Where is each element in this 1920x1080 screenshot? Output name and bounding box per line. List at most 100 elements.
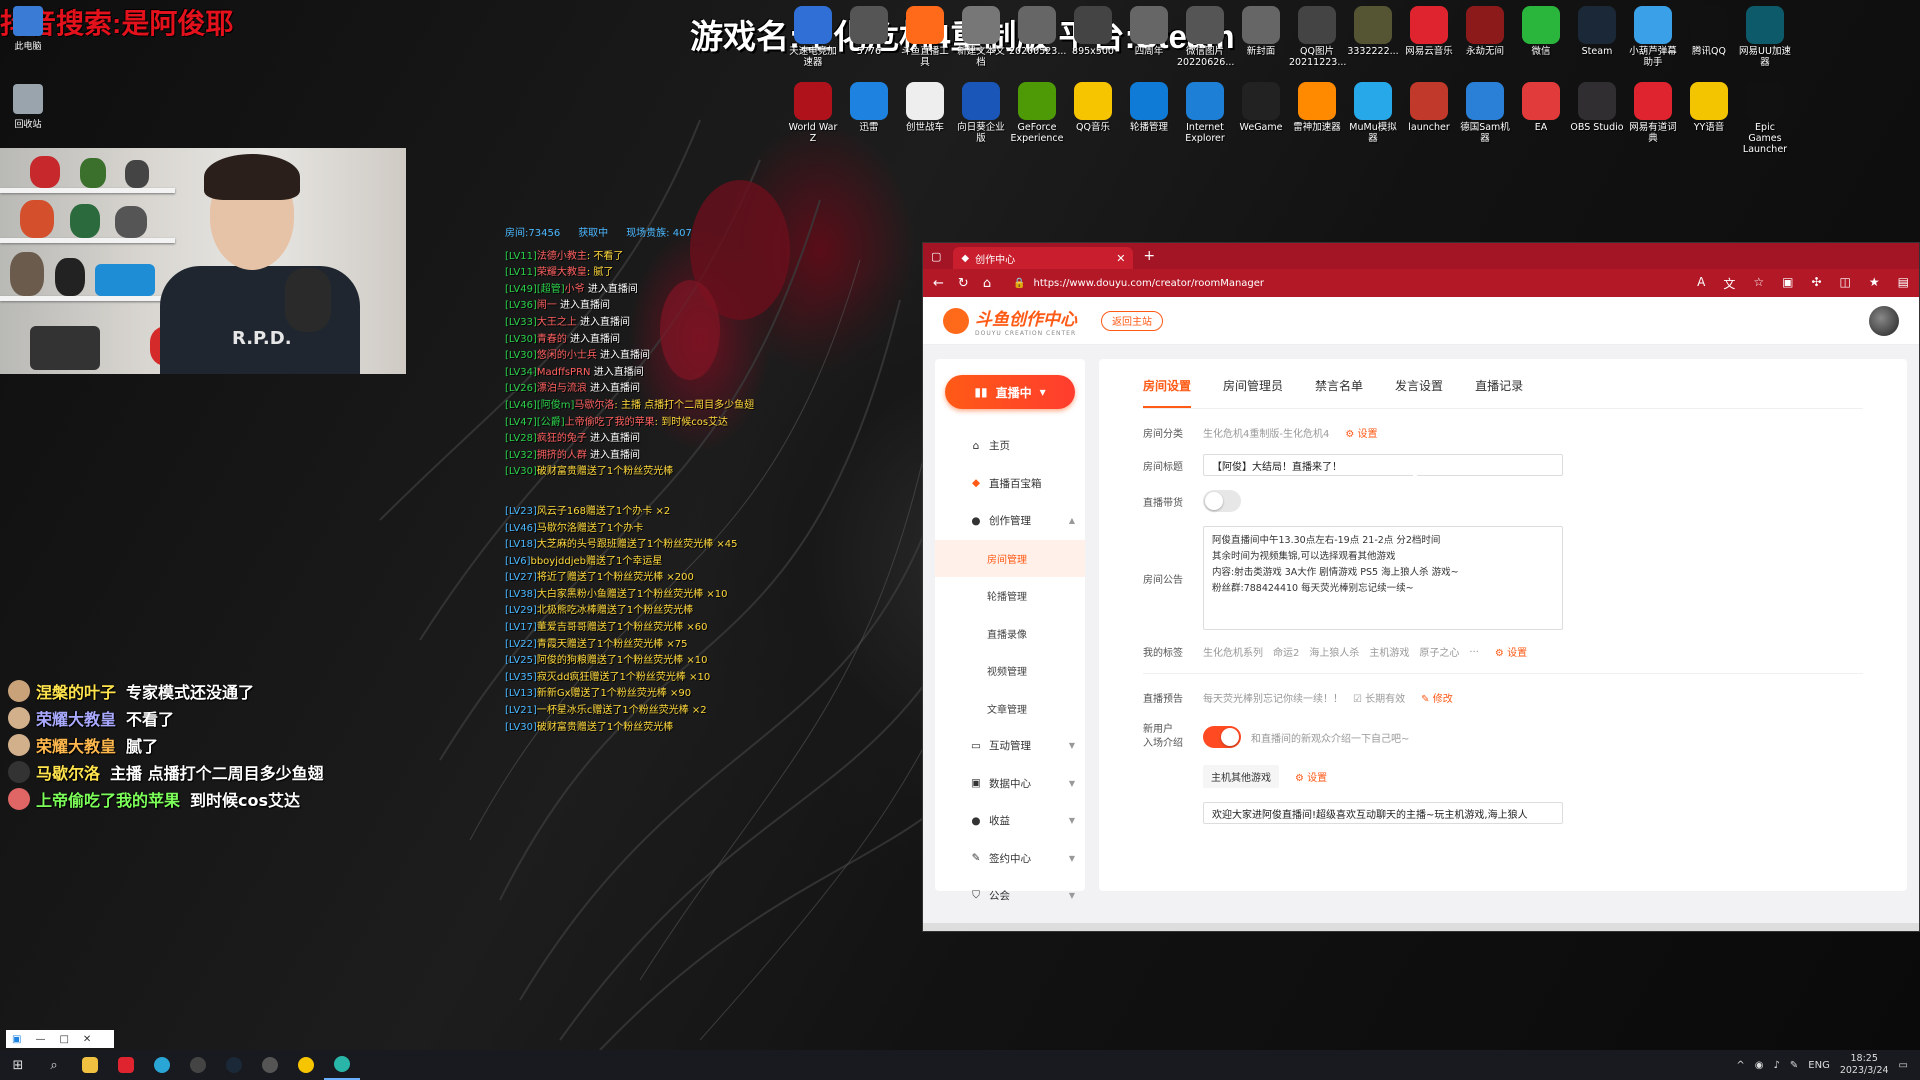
nav-home[interactable]: ⌂ 主页 — [935, 427, 1085, 465]
nav-room-management[interactable]: 房间管理 — [935, 539, 1085, 577]
desktop-icon[interactable]: 微信图片20220626... — [1177, 6, 1234, 68]
nav-contract-center[interactable]: ✎ 签约中心 ▼ — [935, 840, 1085, 878]
desktop-icon[interactable]: 895x500 — [1065, 6, 1121, 57]
desktop-icon[interactable]: World War Z — [785, 82, 841, 144]
desktop-icon[interactable]: 迅雷 — [841, 82, 897, 133]
desktop-icon[interactable]: 5776 — [841, 6, 897, 57]
new-tab-icon[interactable]: + — [1143, 248, 1155, 264]
taskbar-app-red[interactable] — [108, 1050, 144, 1080]
desktop-icon[interactable]: GeForce Experience — [1009, 82, 1065, 144]
desktop-icon[interactable]: 微信 — [1513, 6, 1569, 57]
desktop-icon[interactable]: EA — [1513, 82, 1569, 133]
search-button[interactable]: ⌕ — [36, 1050, 72, 1080]
long-valid-checkbox[interactable]: ☑ 长期有效 — [1353, 690, 1405, 705]
desktop-icon[interactable]: Internet Explorer — [1177, 82, 1233, 144]
nav-guild[interactable]: ⛉ 公会 ▼ — [935, 877, 1085, 915]
nav-treasure-box[interactable]: ◆ 直播百宝箱 — [935, 465, 1085, 503]
category-settings-link[interactable]: ⚙ 设置 — [1345, 425, 1377, 440]
tab-room-admins[interactable]: 房间管理员 — [1223, 377, 1283, 408]
desktop-icon[interactable]: 腾讯QQ — [1681, 6, 1737, 57]
new-user-intro-toggle[interactable] — [1203, 726, 1241, 748]
nav-data-center[interactable]: ▣ 数据中心 ▼ — [935, 765, 1085, 803]
extension-icon[interactable]: ▣ — [1782, 275, 1793, 292]
taskbar-file-explorer[interactable] — [72, 1050, 108, 1080]
pen-icon[interactable]: ✎ — [1790, 1060, 1798, 1071]
preview-modify-link[interactable]: ✎ 修改 — [1421, 690, 1453, 705]
refresh-icon[interactable]: ↻ — [958, 276, 969, 291]
favorite-add-icon[interactable]: ☆ — [1753, 275, 1764, 292]
language-indicator[interactable]: ENG — [1808, 1060, 1830, 1071]
desktop-icon[interactable]: 四周年 — [1121, 6, 1177, 57]
minimize-button[interactable]: — — [35, 1034, 45, 1045]
read-aloud-icon[interactable]: A — [1697, 275, 1705, 292]
desktop-icon[interactable]: QQ图片20211223... — [1289, 6, 1346, 68]
tab-room-settings[interactable]: 房间设置 — [1143, 377, 1192, 408]
desktop-icon[interactable]: 网易云音乐 — [1401, 6, 1457, 57]
notification-icon[interactable]: ▭ — [1899, 1060, 1908, 1071]
intro-settings-link[interactable]: ⚙ 设置 — [1295, 769, 1327, 784]
back-arrow-icon[interactable]: ← — [933, 276, 944, 291]
desktop-icon[interactable]: 轮播管理 — [1121, 82, 1177, 133]
taskbar-obs[interactable] — [180, 1050, 216, 1080]
chevron-up-icon[interactable]: ^ — [1736, 1060, 1744, 1071]
extensions-puzzle-icon[interactable]: ✣ — [1811, 275, 1821, 292]
close-tab-icon[interactable]: ✕ — [1116, 252, 1125, 265]
desktop-icon[interactable]: 网易有道词典 — [1625, 82, 1681, 144]
desktop-icon[interactable]: OBS Studio — [1569, 82, 1625, 133]
desktop-icon[interactable]: 网易UU加速器 — [1737, 6, 1793, 68]
desktop-icon[interactable]: 雷神加速器 — [1289, 82, 1345, 133]
desktop-icon[interactable]: 德国Sam机器 — [1457, 82, 1513, 144]
desktop-icon[interactable]: Epic Games Launcher — [1737, 82, 1793, 155]
nav-creation-management[interactable]: ● 创作管理 ▲ — [935, 502, 1085, 540]
desktop-icon[interactable]: 斗鱼直播工具 — [897, 6, 953, 68]
live-status-button[interactable]: ▮▮ 直播中 ▾ — [945, 375, 1075, 409]
live-goods-toggle[interactable] — [1203, 490, 1241, 512]
desktop-icon[interactable]: WeGame — [1233, 82, 1289, 133]
room-title-input[interactable]: 【阿俊】大结局！直播来了！ — [1203, 454, 1563, 476]
split-screen-icon[interactable]: ◫ — [1840, 275, 1851, 292]
douyu-logo[interactable]: 斗鱼创作中心 DOUYU CREATION CENTER — [943, 305, 1077, 337]
taskbar-edge-active[interactable] — [324, 1050, 360, 1080]
collections-icon[interactable]: ▤ — [1898, 275, 1909, 292]
nav-video-management[interactable]: 视频管理 — [935, 652, 1085, 690]
horizontal-scrollbar[interactable] — [923, 923, 1919, 931]
desktop-icon[interactable]: 20200523... — [1009, 6, 1066, 57]
tab-actions-icon[interactable]: ▢ — [931, 250, 941, 263]
room-notice-textarea[interactable]: 阿俊直播间中午13.30点左右-19点 21-2点 分2档时间 其余时间为视频集… — [1203, 526, 1563, 630]
desktop-icon[interactable]: 小葫芦弹幕助手 — [1625, 6, 1681, 68]
start-button[interactable]: ⊞ — [0, 1050, 36, 1080]
desktop-icon[interactable]: QQ音乐 — [1065, 82, 1121, 133]
user-avatar[interactable] — [1869, 305, 1899, 336]
desktop-icon[interactable]: 新封面 — [1233, 6, 1289, 57]
tab-chat-settings[interactable]: 发言设置 — [1395, 377, 1443, 408]
nav-interaction-management[interactable]: ▭ 互动管理 ▼ — [935, 727, 1085, 765]
tags-settings-link[interactable]: ⚙ 设置 — [1495, 644, 1527, 659]
desktop-icon[interactable]: 永劫无间 — [1457, 6, 1513, 57]
clock[interactable]: 18:25 2023/3/24 — [1840, 1053, 1889, 1077]
taskbar-edge[interactable] — [144, 1050, 180, 1080]
desktop-icon[interactable]: 创世战车 — [897, 82, 953, 133]
nav-article-management[interactable]: 文章管理 — [935, 690, 1085, 728]
url-bar[interactable]: 🔒 https://www.douyu.com/creator/roomMana… — [1005, 273, 1565, 293]
taskbar-steam[interactable] — [216, 1050, 252, 1080]
close-button[interactable]: ✕ — [83, 1034, 91, 1045]
taskbar-app-dark[interactable] — [252, 1050, 288, 1080]
favorites-icon[interactable]: ★ — [1869, 275, 1880, 292]
volume-icon[interactable]: ♪ — [1773, 1060, 1779, 1071]
nav-income[interactable]: ● 收益 ▼ — [935, 802, 1085, 840]
taskbar-qq-music[interactable] — [288, 1050, 324, 1080]
desktop-icon-recycle-bin[interactable]: 回收站 — [8, 84, 48, 130]
tab-mute-list[interactable]: 禁言名单 — [1315, 377, 1363, 408]
intro-text-input[interactable]: 欢迎大家进阿俊直播间!超级喜欢互动聊天的主播~玩主机游戏,海上狼人 — [1203, 802, 1563, 824]
back-to-main-site-button[interactable]: 返回主站 — [1101, 310, 1163, 331]
desktop-icon[interactable]: launcher — [1401, 82, 1457, 133]
desktop-icon[interactable]: 天速电竞加速器 — [785, 6, 841, 68]
home-icon[interactable]: ⌂ — [983, 276, 991, 291]
translate-icon[interactable]: 文 — [1723, 275, 1735, 292]
browser-tab[interactable]: ◆ 创作中心 ✕ — [953, 247, 1134, 269]
desktop-icon[interactable]: 3332222... — [1345, 6, 1401, 57]
desktop-icon[interactable]: YY语音 — [1681, 82, 1737, 133]
network-icon[interactable]: ◉ — [1755, 1060, 1764, 1071]
mini-window[interactable]: ▣ — □ ✕ — [6, 1030, 114, 1048]
desktop-icon[interactable]: Steam — [1569, 6, 1625, 57]
